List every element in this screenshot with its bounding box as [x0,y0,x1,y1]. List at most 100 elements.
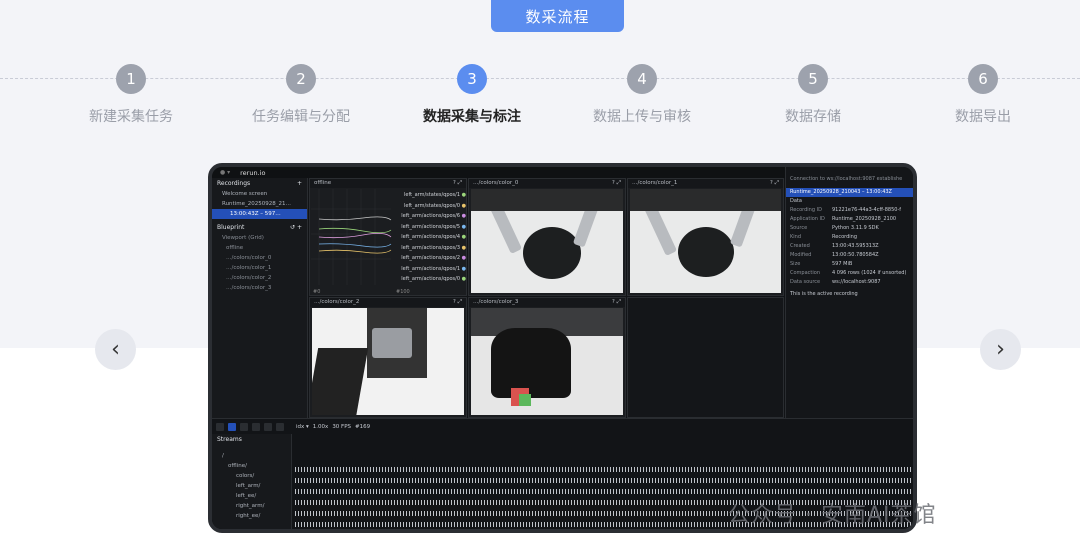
streams-tree: Streams / offline/ colors/ left_arm/ lef… [212,434,292,529]
step-label: 新建采集任务 [89,109,173,125]
playback-controls: idx ▾ 1.00x 30 FPS #169 [212,419,913,434]
blueprint-item[interactable]: …/colors/color_1 [212,263,307,273]
stream-item[interactable]: / [212,451,291,461]
window-controls-icon: ● ▾ [220,169,231,176]
step-2[interactable]: 2 任务编辑与分配 [216,64,386,126]
playback-speed[interactable]: 1.00x [313,424,329,430]
view-title: …/colors/color_1 [632,180,678,186]
camera-view-3[interactable]: …/colors/color_3 ? ⤢ [468,297,626,418]
next-arrow-button[interactable]: › [980,329,1021,370]
view-title: …/colors/color_2 [314,299,360,305]
pause-icon[interactable] [240,422,248,431]
stream-item[interactable]: left_ee/ [212,491,291,501]
recordings-header: Recordings + [212,178,307,189]
view-controls-icon[interactable]: ? ⤢ [453,299,462,306]
rerun-app: ● ▾ rerun.io Recordings + Welcome screen … [212,167,913,529]
step-label: 数据存储 [785,109,841,125]
viewport-grid: offline ? ⤢ #0 #100 left_arm/states/qpos/… [309,178,784,418]
property-row: Source Python 3.11.9 SDK [790,225,879,231]
step-1[interactable]: 1 新建采集任务 [46,64,216,126]
legend-item[interactable]: left_arm/states/qpos/0 ● [390,201,466,212]
prev-arrow-button[interactable]: ‹ [95,329,136,370]
blueprint-item[interactable]: …/colors/color_2 [212,273,307,283]
timeline-selector[interactable]: idx ▾ [296,424,309,430]
legend-item[interactable]: left_arm/actions/qpos/0 ● [390,274,466,285]
recordings-label: Recordings [217,180,251,187]
blueprint-item[interactable]: …/colors/color_3 [212,283,307,293]
follow-icon[interactable] [228,422,236,431]
property-row: Kind Recording [790,234,858,240]
view-controls-icon[interactable]: ? ⤢ [612,299,621,306]
step-label: 任务编辑与分配 [252,109,350,125]
blueprint-item[interactable]: …/colors/color_0 [212,253,307,263]
step-number: 3 [457,64,487,94]
legend-item[interactable]: left_arm/actions/qpos/5 ● [390,222,466,233]
view-controls-icon[interactable]: ? ⤢ [453,180,462,187]
legend-item[interactable]: left_arm/actions/qpos/1 ● [390,264,466,275]
selection-panel: Connection to ws://localhost:9087 establ… [785,167,913,418]
recording-item[interactable]: Welcome screen [212,189,307,199]
legend-item[interactable]: left_arm/actions/qpos/4 ● [390,232,466,243]
blueprint-item[interactable]: Viewport (Grid) [212,233,307,243]
legend-item[interactable]: left_arm/actions/qpos/3 ● [390,243,466,254]
stream-item[interactable]: right_arm/ [212,501,291,511]
step-number: 1 [116,64,146,94]
stream-item[interactable]: left_arm/ [212,481,291,491]
current-frame[interactable]: #169 [355,424,370,430]
view-controls-icon[interactable]: ? ⤢ [770,180,779,187]
step-number: 6 [968,64,998,94]
property-row: Data source ws://localhost:9087 [790,279,881,285]
view-title: …/colors/color_0 [473,180,519,186]
step-number: 2 [286,64,316,94]
property-row: Size 597 MiB [790,261,853,267]
blueprint-header: Blueprint ↺ + [212,222,307,233]
chevron-left-icon: ‹ [111,337,120,362]
step-4[interactable]: 4 数据上传与审核 [557,64,727,126]
plot-x-end: #100 [396,289,410,295]
plot-legend: left_arm/states/qpos/1 ● left_arm/states… [390,190,466,285]
watermark: 公众号 · 安南AI茶馆 [728,503,937,528]
step-back-icon[interactable] [252,422,260,431]
left-panel: Recordings + Welcome screen Runtime_20250… [212,178,308,418]
legend-item[interactable]: left_arm/states/qpos/1 ● [390,190,466,201]
step-number: 4 [627,64,657,94]
recording-item-selected[interactable]: 13:00:43Z – 597… [212,209,307,219]
legend-item[interactable]: left_arm/actions/qpos/6 ● [390,211,466,222]
play-icon[interactable] [216,422,224,431]
empty-view-slot [627,297,784,418]
app-title: rerun.io [240,168,266,177]
stream-item[interactable]: colors/ [212,471,291,481]
stream-item[interactable]: right_ee/ [212,511,291,521]
camera-image [471,308,623,415]
step-3[interactable]: 3 数据采集与标注 [387,64,557,126]
legend-item[interactable]: left_arm/actions/qpos/2 ● [390,253,466,264]
view-title: …/colors/color_3 [473,299,519,305]
step-5[interactable]: 5 数据存储 [728,64,898,126]
loop-icon[interactable] [276,422,284,431]
camera-image [312,308,464,415]
step-forward-icon[interactable] [264,422,272,431]
camera-view-0[interactable]: …/colors/color_0 ? ⤢ [468,178,626,296]
camera-view-2[interactable]: …/colors/color_2 ? ⤢ [309,297,467,418]
camera-image [630,189,781,293]
add-icon[interactable]: + [297,180,302,187]
recording-item[interactable]: Runtime_20250928_21… [212,199,307,209]
reset-add-icon[interactable]: ↺ + [290,224,302,231]
step-label: 数据采集与标注 [423,109,521,125]
timeseries-view[interactable]: offline ? ⤢ #0 #100 left_arm/states/qpos/… [309,178,467,296]
blueprint-label: Blueprint [217,224,245,231]
data-section-header[interactable]: Data [786,197,913,206]
blueprint-item[interactable]: offline [212,243,307,253]
camera-image [471,189,623,293]
property-row: Modified 13:00:50.780584Z [790,252,879,258]
view-title: offline [314,180,332,186]
section-title: 数采流程 [491,0,624,32]
playback-fps[interactable]: 30 FPS [332,424,351,430]
stream-item[interactable]: offline/ [212,461,291,471]
camera-view-1[interactable]: …/colors/color_1 ? ⤢ [627,178,784,296]
view-controls-icon[interactable]: ? ⤢ [612,180,621,187]
step-label: 数据上传与审核 [593,109,691,125]
step-6[interactable]: 6 数据导出 [898,64,1068,126]
selected-recording[interactable]: Runtime_20250928_210043 – 13:00:43Z [786,187,913,197]
streams-label: Streams [217,436,242,443]
